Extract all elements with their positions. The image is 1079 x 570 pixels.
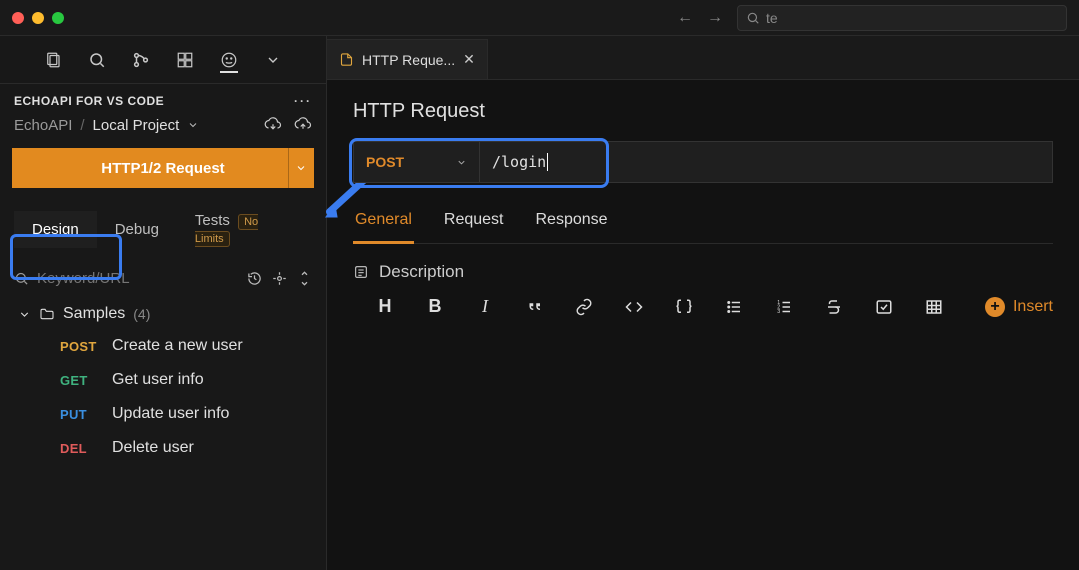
tree-item[interactable]: GET Get user info — [14, 363, 326, 397]
mode-tabs: Design Debug Tests No Limits — [0, 202, 326, 268]
text-caret — [547, 153, 548, 171]
url-value: /login — [492, 153, 546, 171]
method-badge: GET — [60, 373, 102, 388]
maximize-window[interactable] — [52, 12, 64, 24]
heading-button[interactable]: H — [375, 296, 395, 317]
new-http-request-button[interactable]: HTTP1/2 Request — [12, 148, 314, 188]
tab-debug[interactable]: Debug — [97, 211, 177, 248]
plus-icon: + — [985, 297, 1005, 317]
search-icon[interactable] — [88, 51, 106, 69]
codeblock-button[interactable] — [675, 298, 695, 316]
svg-text:3: 3 — [777, 309, 780, 315]
command-palette[interactable]: te — [737, 5, 1067, 31]
titlebar: ← → te — [0, 0, 1079, 36]
folder-icon — [39, 306, 55, 322]
minimize-window[interactable] — [32, 12, 44, 24]
request-tree: Samples (4) POST Create a new user GET Get … — [0, 297, 326, 465]
chevron-down-icon[interactable] — [187, 119, 199, 131]
tree-item[interactable]: PUT Update user info — [14, 397, 326, 431]
editor-toolbar: H B I 123 — [353, 296, 1053, 317]
editor-tab-http-request[interactable]: HTTP Reque... ✕ — [327, 39, 488, 79]
sort-icon[interactable] — [297, 271, 312, 286]
editor-area: HTTP Reque... ✕ HTTP Request POST /login — [327, 36, 1079, 570]
link-button[interactable] — [575, 298, 595, 316]
new-request-dropdown[interactable] — [288, 148, 314, 188]
tab-general[interactable]: General — [353, 201, 414, 244]
page-title: HTTP Request — [353, 100, 1053, 123]
tree-item[interactable]: POST Create a new user — [14, 329, 326, 363]
history-icon[interactable] — [247, 271, 262, 286]
checklist-button[interactable] — [875, 298, 895, 316]
source-control-icon[interactable] — [132, 51, 150, 69]
tree-item-label: Get user info — [112, 371, 204, 389]
italic-button[interactable]: I — [475, 296, 495, 317]
new-http-request-label: HTTP1/2 Request — [101, 160, 224, 177]
table-button[interactable] — [925, 298, 945, 316]
insert-button[interactable]: + Insert — [985, 297, 1053, 317]
echoapi-icon[interactable] — [220, 55, 238, 73]
more-icon[interactable]: ··· — [294, 94, 312, 108]
folder-name: Samples — [63, 305, 125, 323]
close-icon[interactable]: ✕ — [463, 51, 475, 68]
search-icon — [746, 11, 760, 25]
tab-tests[interactable]: Tests No Limits — [177, 202, 312, 256]
tab-design[interactable]: Design — [14, 211, 97, 248]
strikethrough-button[interactable] — [825, 298, 845, 316]
tree-item[interactable]: DEL Delete user — [14, 431, 326, 465]
tab-response[interactable]: Response — [534, 201, 610, 243]
cloud-download-icon[interactable] — [264, 116, 282, 134]
chevron-down-icon — [18, 308, 31, 321]
cloud-upload-icon[interactable] — [294, 116, 312, 134]
description-label: Description — [379, 262, 464, 282]
tree-item-label: Create a new user — [112, 337, 243, 355]
bold-button[interactable]: B — [425, 296, 445, 317]
nav-back-icon[interactable]: ← — [677, 9, 693, 27]
method-badge: DEL — [60, 441, 102, 456]
description-header: Description — [353, 262, 1053, 282]
url-input[interactable]: /login — [479, 141, 1053, 183]
filter-input[interactable] — [37, 270, 239, 287]
editor-tab-label: HTTP Reque... — [362, 52, 455, 68]
nav-forward-icon[interactable]: → — [707, 9, 723, 27]
request-line: POST /login — [353, 141, 1053, 183]
method-select[interactable]: POST — [353, 141, 479, 183]
editor-tabs: HTTP Reque... ✕ — [327, 36, 1079, 80]
breadcrumb: EchoAPI / Local Project — [0, 114, 326, 146]
tree-folder-samples[interactable]: Samples (4) — [14, 299, 326, 329]
method-badge: POST — [60, 339, 102, 354]
sidebar: ECHOAPI FOR VS CODE ··· EchoAPI / Local … — [0, 36, 327, 570]
tab-request[interactable]: Request — [442, 201, 506, 243]
tree-item-label: Update user info — [112, 405, 229, 423]
request-tabs: General Request Response — [353, 201, 1053, 244]
breadcrumb-product[interactable]: EchoAPI — [14, 117, 72, 134]
ordered-list-button[interactable]: 123 — [775, 298, 795, 316]
window-controls — [12, 12, 64, 24]
search-icon — [14, 271, 29, 286]
extension-title: ECHOAPI FOR VS CODE — [14, 94, 164, 108]
method-badge: PUT — [60, 407, 102, 422]
code-button[interactable] — [625, 298, 645, 316]
filter-row — [0, 268, 326, 297]
description-icon — [353, 264, 369, 280]
chevron-down-icon — [456, 157, 467, 168]
document-icon — [339, 52, 354, 67]
bullet-list-button[interactable] — [725, 298, 745, 316]
folder-count: (4) — [133, 306, 150, 322]
activity-bar — [0, 36, 326, 84]
tree-item-label: Delete user — [112, 439, 194, 457]
insert-label: Insert — [1013, 298, 1053, 316]
extensions-icon[interactable] — [176, 51, 194, 69]
chevron-down-icon[interactable] — [264, 51, 282, 69]
command-palette-text: te — [766, 10, 778, 26]
breadcrumb-project[interactable]: Local Project — [93, 117, 180, 134]
method-label: POST — [366, 154, 404, 170]
quote-button[interactable] — [525, 298, 545, 316]
close-window[interactable] — [12, 12, 24, 24]
explorer-icon[interactable] — [44, 51, 62, 69]
locate-icon[interactable] — [272, 271, 287, 286]
